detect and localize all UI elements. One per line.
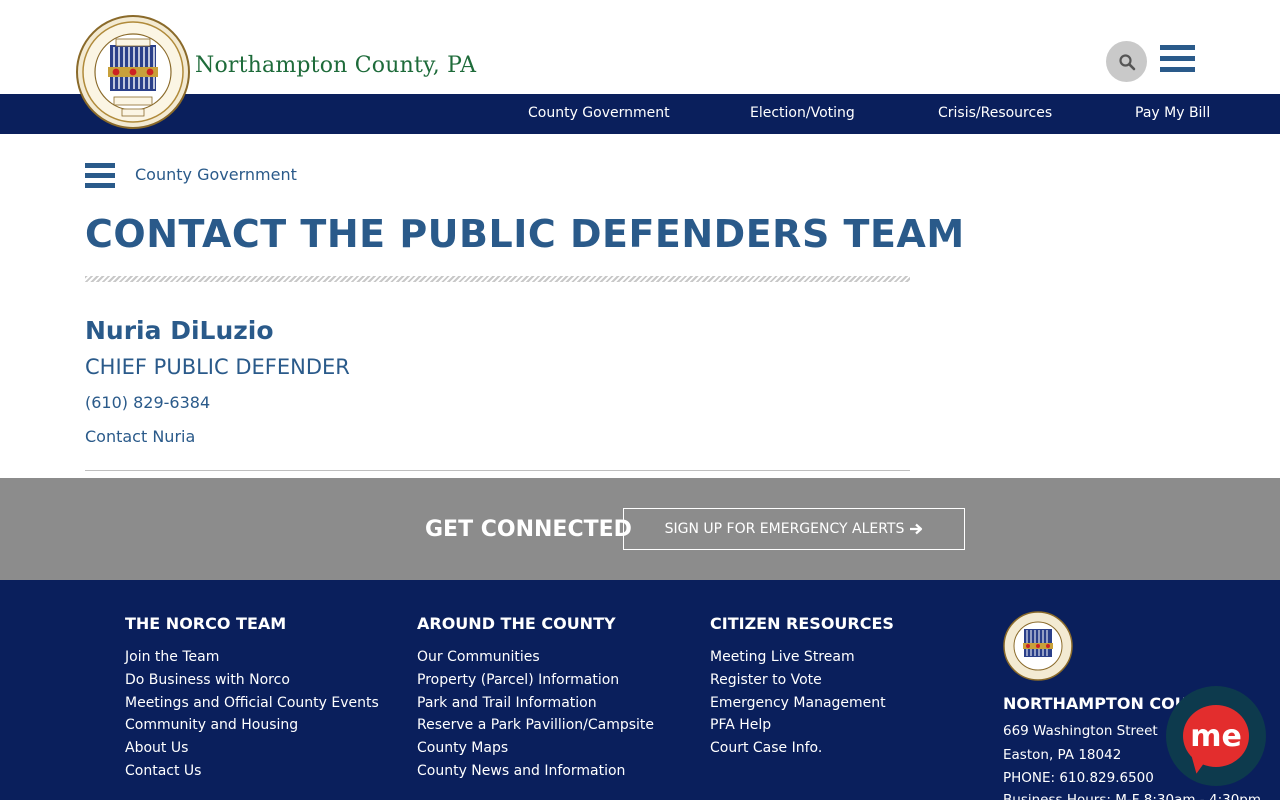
arrow-right-icon [910,523,923,535]
footer-link[interactable]: County Maps [417,740,508,756]
main-menu-button[interactable] [1160,45,1195,73]
nav-county-government[interactable]: County Government [528,105,670,121]
emergency-alerts-button[interactable]: SIGN UP FOR EMERGENCY ALERTS [623,508,965,550]
footer-link[interactable]: Join the Team [125,649,219,665]
chat-me-icon: me [1183,705,1249,767]
footer-link[interactable]: Register to Vote [710,672,822,688]
footer-link[interactable]: Our Communities [417,649,540,665]
search-icon [1118,53,1135,70]
breadcrumb-county-government[interactable]: County Government [135,165,297,184]
footer-norco-team-title: THE NORCO TEAM [125,614,287,633]
footer-link[interactable]: Do Business with Norco [125,672,290,688]
footer-around-county-title: AROUND THE COUNTY [417,614,616,633]
footer-link[interactable]: Meetings and Official County Events [125,695,379,711]
primary-nav: County Government Election/Voting Crisis… [0,94,1280,134]
get-connected-title: GET CONNECTED [425,517,632,542]
hamburger-menu-icon [85,163,115,168]
site-title[interactable]: Northampton County, PA [195,53,476,78]
footer-link[interactable]: Meeting Live Stream [710,649,855,665]
content-divider [85,470,910,471]
footer-link[interactable]: PFA Help [710,717,771,733]
footer-citizen-resources-links: Meeting Live Stream Register to Vote Eme… [710,649,886,763]
footer-link[interactable]: Community and Housing [125,717,298,733]
hamburger-menu-icon [1160,45,1195,50]
footer-link[interactable]: Park and Trail Information [417,695,597,711]
emergency-alerts-label: SIGN UP FOR EMERGENCY ALERTS [664,521,905,537]
footer-link[interactable]: Reserve a Park Pavillion/Campsite [417,717,654,733]
nav-election-voting[interactable]: Election/Voting [750,105,855,121]
footer-citizen-resources-title: CITIZEN RESOURCES [710,614,894,633]
footer-link[interactable]: Contact Us [125,763,201,779]
footer-link[interactable]: Emergency Management [710,695,886,711]
footer-link[interactable]: Court Case Info. [710,740,822,756]
footer-link[interactable]: County News and Information [417,763,625,779]
contact-person-link[interactable]: Contact Nuria [85,427,195,446]
nav-crisis-resources[interactable]: Crisis/Resources [938,105,1052,121]
page-title: CONTACT THE PUBLIC DEFENDERS TEAM [85,212,965,256]
footer-norco-team-links: Join the Team Do Business with Norco Mee… [125,649,379,786]
person-phone-link[interactable]: (610) 829-6384 [85,393,210,412]
chat-widget-button[interactable]: me [1166,686,1266,786]
search-button[interactable] [1106,41,1147,82]
nav-pay-my-bill[interactable]: Pay My Bill [1135,105,1210,121]
footer-around-county-links: Our Communities Property (Parcel) Inform… [417,649,654,786]
hatched-divider [85,276,910,282]
section-menu-button[interactable] [85,163,115,188]
footer-link[interactable]: About Us [125,740,188,756]
county-seal-icon[interactable] [76,15,190,129]
person-role: CHIEF PUBLIC DEFENDER [85,355,350,379]
footer-link[interactable]: Property (Parcel) Information [417,672,619,688]
person-name: Nuria DiLuzio [85,316,274,345]
footer-hours: Business Hours: M-F 8:30am - 4:30pm [1003,792,1262,800]
footer-county-seal-icon [1003,611,1073,681]
site-header: Northampton County, PA [0,0,1280,94]
